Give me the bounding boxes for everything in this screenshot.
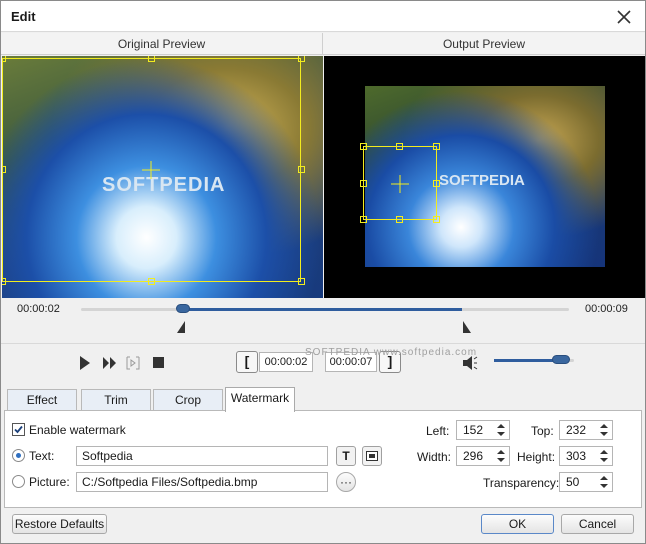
tab-watermark[interactable]: Watermark bbox=[225, 387, 295, 412]
timeline-start-time: 00:00:02 bbox=[17, 303, 60, 315]
top-label: Top: bbox=[531, 424, 554, 438]
text-label: Text: bbox=[29, 449, 55, 463]
crop-handle[interactable] bbox=[298, 56, 305, 62]
volume-thumb[interactable] bbox=[551, 355, 570, 364]
crop-handle[interactable] bbox=[148, 278, 155, 285]
enable-watermark-checkbox[interactable] bbox=[12, 423, 25, 436]
title-bar: Edit bbox=[1, 1, 645, 32]
top-spinbox[interactable]: 232 bbox=[559, 420, 613, 440]
stop-icon[interactable] bbox=[153, 357, 164, 368]
spinner-arrows-icon[interactable] bbox=[600, 423, 608, 437]
spinner-arrows-icon[interactable] bbox=[497, 449, 505, 463]
height-value: 303 bbox=[566, 449, 587, 463]
text-format-button[interactable]: T bbox=[336, 446, 356, 466]
set-start-button[interactable]: [ bbox=[236, 351, 258, 373]
browse-button[interactable]: ··· bbox=[336, 472, 356, 492]
playback-controls: [ 00:00:02 00:00:07 ] SOFTPEDIA www.soft… bbox=[1, 343, 645, 381]
tab-crop[interactable]: Crop bbox=[153, 389, 223, 411]
width-value: 296 bbox=[463, 449, 484, 463]
crop-handle[interactable] bbox=[148, 56, 155, 62]
edit-dialog: Edit Original Preview Output Preview SOF… bbox=[0, 0, 646, 544]
transparency-value: 50 bbox=[566, 475, 580, 489]
watermark-handle[interactable] bbox=[360, 143, 367, 150]
crosshair-icon bbox=[142, 161, 160, 179]
height-label: Height: bbox=[517, 450, 556, 464]
spinner-arrows-icon[interactable] bbox=[497, 423, 505, 437]
transparency-label: Transparency: bbox=[483, 476, 560, 490]
watermark-panel: Enable watermark Text: Softpedia T Pictu… bbox=[4, 410, 642, 508]
output-preview-header: Output Preview bbox=[323, 33, 645, 55]
original-preview-header: Original Preview bbox=[1, 33, 323, 55]
crop-handle[interactable] bbox=[2, 278, 6, 285]
tab-effect[interactable]: Effect bbox=[7, 389, 77, 411]
dialog-title: Edit bbox=[11, 9, 36, 24]
watermark-handle[interactable] bbox=[360, 216, 367, 223]
trim-start-marker-icon[interactable] bbox=[177, 321, 186, 333]
watermark-text-input[interactable]: Softpedia bbox=[76, 446, 328, 466]
spinner-arrows-icon[interactable] bbox=[600, 449, 608, 463]
timeline-slider[interactable] bbox=[81, 304, 569, 313]
left-spinbox[interactable]: 152 bbox=[456, 420, 510, 440]
picture-radio[interactable] bbox=[12, 475, 25, 488]
watermark-handle[interactable] bbox=[433, 216, 440, 223]
trim-end-marker-icon[interactable] bbox=[462, 321, 471, 333]
output-video-watermark: SOFTPEDIA bbox=[439, 172, 525, 189]
output-preview: SOFTPEDIA bbox=[324, 56, 645, 298]
text-radio[interactable] bbox=[12, 449, 25, 462]
width-label: Width: bbox=[417, 450, 452, 464]
crop-handle[interactable] bbox=[2, 166, 6, 173]
ok-button[interactable]: OK bbox=[481, 514, 554, 534]
crop-handle[interactable] bbox=[298, 278, 305, 285]
site-watermark: SOFTPEDIA www.softpedia.com bbox=[305, 347, 478, 358]
fast-forward-icon[interactable] bbox=[102, 356, 118, 370]
crop-handle[interactable] bbox=[2, 56, 6, 62]
color-swatch-icon bbox=[366, 451, 378, 461]
tab-trim[interactable]: Trim bbox=[81, 389, 151, 411]
timeline-playhead[interactable] bbox=[176, 304, 191, 313]
width-spinbox[interactable]: 296 bbox=[456, 446, 510, 466]
crosshair-icon bbox=[391, 175, 409, 193]
timeline-selection bbox=[183, 308, 462, 311]
frame-step-icon[interactable] bbox=[125, 355, 141, 371]
play-icon[interactable] bbox=[79, 356, 91, 370]
watermark-handle[interactable] bbox=[360, 180, 367, 187]
picture-label: Picture: bbox=[29, 475, 70, 489]
watermark-handle[interactable] bbox=[433, 143, 440, 150]
height-spinbox[interactable]: 303 bbox=[559, 446, 613, 466]
volume-slider[interactable] bbox=[494, 355, 574, 364]
text-color-button[interactable] bbox=[362, 446, 382, 466]
crop-handle[interactable] bbox=[298, 166, 305, 173]
watermark-handle[interactable] bbox=[396, 143, 403, 150]
enable-watermark-label: Enable watermark bbox=[29, 423, 126, 437]
watermark-handle[interactable] bbox=[433, 180, 440, 187]
volume-icon[interactable] bbox=[462, 355, 478, 371]
watermark-handle[interactable] bbox=[396, 216, 403, 223]
left-value: 152 bbox=[463, 423, 484, 437]
timeline-end-time: 00:00:09 bbox=[585, 303, 628, 315]
original-preview: SOFTPEDIA bbox=[2, 56, 323, 298]
transparency-spinbox[interactable]: 50 bbox=[559, 472, 613, 492]
cancel-button[interactable]: Cancel bbox=[561, 514, 634, 534]
picture-path-input[interactable]: C:/Softpedia Files/Softpedia.bmp bbox=[76, 472, 328, 492]
restore-defaults-button[interactable]: Restore Defaults bbox=[12, 514, 107, 534]
top-value: 232 bbox=[566, 423, 587, 437]
spinner-arrows-icon[interactable] bbox=[600, 475, 608, 489]
close-icon[interactable] bbox=[613, 6, 635, 28]
left-label: Left: bbox=[426, 424, 450, 438]
